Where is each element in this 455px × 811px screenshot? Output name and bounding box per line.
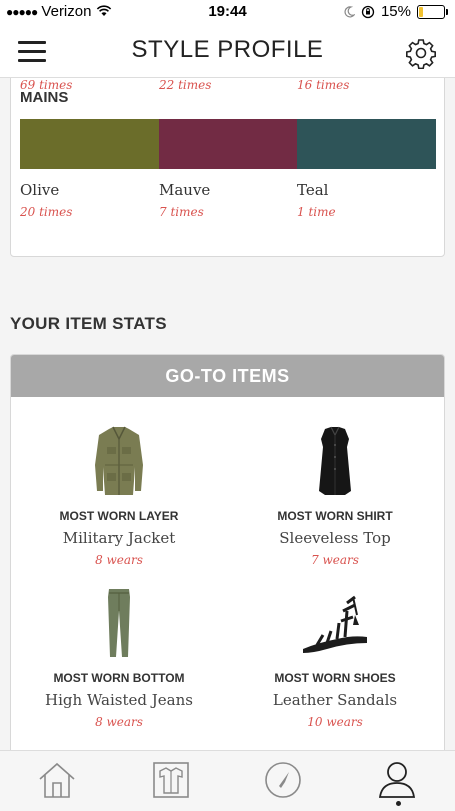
moon-icon (344, 5, 355, 17)
scroll-content[interactable]: 69 times 22 times 16 times MAINS Olive M… (0, 78, 455, 750)
item-wears: 8 wears (95, 715, 143, 729)
bottom-tab-bar (0, 750, 455, 811)
shirt-image (319, 426, 351, 495)
olive-swatch (20, 119, 159, 169)
go-to-items-card: GO-TO ITEMS MOST WORN LAYER Military Jac… (10, 354, 445, 750)
item-category: MOST WORN SHOES (274, 671, 396, 685)
go-to-item-shoes[interactable]: MOST WORN SHOES Leather Sandals 10 wears (227, 583, 443, 729)
color-name-mauve: Mauve (159, 181, 211, 199)
mains-label: MAINS (20, 89, 69, 106)
closet-icon[interactable] (150, 759, 192, 801)
app-header: STYLE PROFILE (0, 24, 455, 78)
home-icon[interactable] (36, 759, 78, 801)
item-category: MOST WORN SHIRT (277, 509, 393, 523)
item-name: Military Jacket (62, 529, 176, 547)
orientation-lock-icon (361, 5, 375, 18)
prev-color-times: 16 times (297, 78, 350, 92)
item-wears: 8 wears (95, 553, 143, 567)
color-times-teal: 1 time (297, 205, 336, 219)
item-name: High Waisted Jeans (45, 691, 193, 709)
go-to-item-shirt[interactable]: MOST WORN SHIRT Sleeveless Top 7 wears (227, 421, 443, 567)
active-tab-indicator (396, 801, 401, 806)
colors-card: 69 times 22 times 16 times MAINS Olive M… (10, 78, 445, 257)
prev-color-times: 22 times (159, 78, 212, 92)
color-name-teal: Teal (297, 181, 329, 199)
item-name: Leather Sandals (272, 691, 398, 709)
sandals-image (303, 595, 367, 653)
go-to-item-bottom[interactable]: MOST WORN BOTTOM High Waisted Jeans 8 we… (11, 583, 227, 729)
teal-swatch (297, 119, 436, 169)
go-to-item-layer[interactable]: MOST WORN LAYER Military Jacket 8 wears (11, 421, 227, 567)
item-stats-title: YOUR ITEM STATS (10, 314, 167, 333)
item-wears: 10 wears (307, 715, 363, 729)
color-times-olive: 20 times (20, 205, 73, 219)
status-right: 15% (344, 3, 448, 20)
color-name-olive: Olive (20, 181, 60, 199)
go-to-items-header: GO-TO ITEMS (11, 355, 444, 397)
item-category: MOST WORN BOTTOM (53, 671, 185, 685)
battery-icon (417, 4, 448, 19)
page-title: STYLE PROFILE (131, 36, 324, 63)
gear-icon[interactable] (405, 37, 437, 69)
mains-color-bar (20, 119, 436, 169)
battery-percent: 15% (380, 3, 411, 20)
profile-icon[interactable] (376, 759, 418, 801)
mauve-swatch (159, 119, 297, 169)
item-name: Sleeveless Top (279, 529, 391, 547)
item-wears: 7 wears (311, 553, 359, 567)
compass-icon[interactable] (262, 759, 304, 801)
jeans-image (108, 589, 130, 657)
jacket-image (95, 426, 143, 495)
color-times-mauve: 7 times (159, 205, 204, 219)
status-bar: ●●●●● Verizon 19:44 15% (0, 0, 455, 24)
item-category: MOST WORN LAYER (59, 509, 179, 523)
